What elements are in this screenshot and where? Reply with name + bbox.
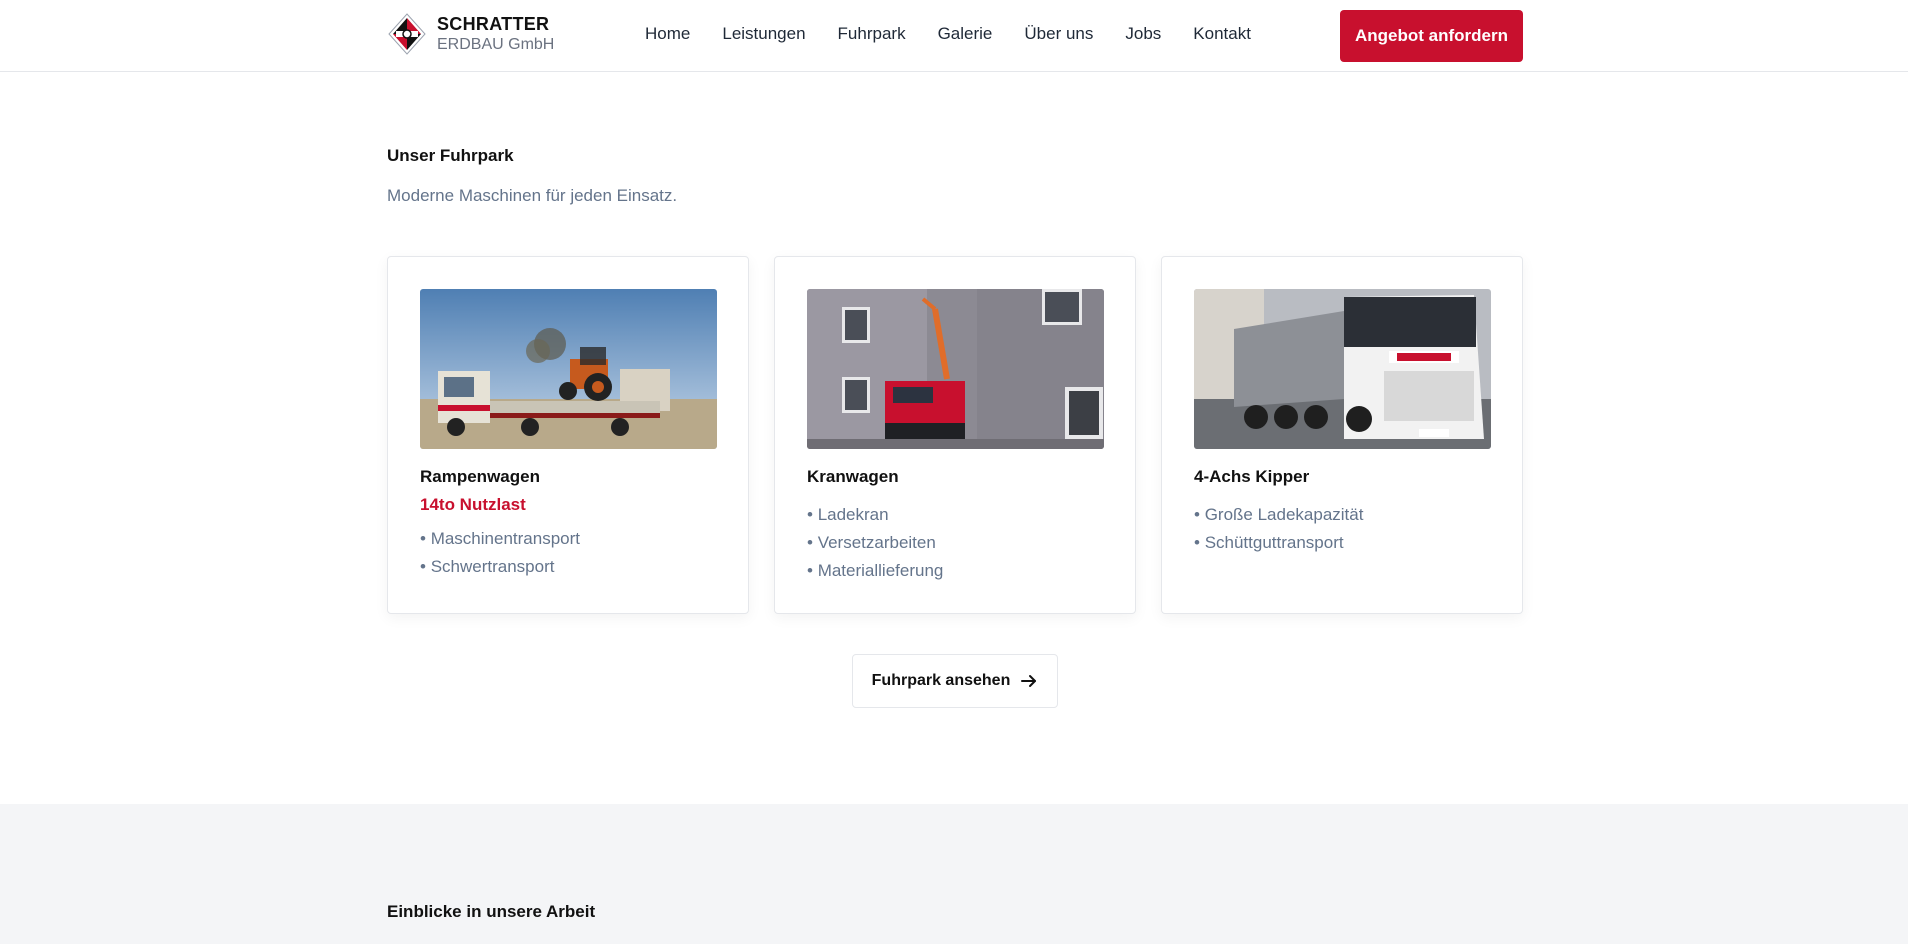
list-item: Große Ladekapazität [1194,501,1490,529]
view-fleet-button[interactable]: Fuhrpark ansehen [852,654,1058,708]
nav-fuhrpark[interactable]: Fuhrpark [838,24,906,44]
list-item: Schüttguttransport [1194,529,1490,557]
kipper-image [1194,289,1491,449]
site-header: SCHRATTER ERDBAU GmbH Home Leistungen Fu… [0,0,1908,72]
nav-kontakt[interactable]: Kontakt [1193,24,1251,44]
list-item: Materiallieferung [807,557,1103,585]
card-title: Kranwagen [807,467,899,486]
fleet-card-rampenwagen: Rampenwagen 14to Nutzlast Maschinentrans… [387,256,749,614]
nav-leistungen[interactable]: Leistungen [722,24,805,44]
nav-jobs[interactable]: Jobs [1125,24,1161,44]
card-features: Maschinentransport Schwertransport [420,525,716,581]
fleet-cards: Rampenwagen 14to Nutzlast Maschinentrans… [387,256,1523,614]
kranwagen-image [807,289,1104,449]
nav-home[interactable]: Home [645,24,690,44]
fleet-card-kranwagen: Kranwagen Ladekran Versetzarbeiten Mater… [774,256,1136,614]
fleet-section-title: Unser Fuhrpark [387,146,514,165]
insights-title: Einblicke in unsere Arbeit [387,902,596,921]
list-item: Maschinentransport [420,525,716,553]
nav-ueber-uns[interactable]: Über uns [1024,24,1093,44]
arrow-right-icon [1021,675,1037,687]
fleet-card-kipper: 4-Achs Kipper Große Ladekapazität Schütt… [1161,256,1523,614]
card-title: Rampenwagen [420,467,540,486]
list-item: Versetzarbeiten [807,529,1103,557]
schratter-logo-icon [388,13,426,55]
nav-galerie[interactable]: Galerie [938,24,993,44]
brand-logo[interactable]: SCHRATTER ERDBAU GmbH [387,12,554,56]
view-fleet-label: Fuhrpark ansehen [871,672,1011,689]
fleet-section-subtitle: Moderne Maschinen für jeden Einsatz. [387,186,678,205]
card-title: 4-Achs Kipper [1194,467,1310,486]
card-features: Ladekran Versetzarbeiten Materiallieferu… [807,501,1103,585]
rampenwagen-image [420,289,717,449]
request-quote-button[interactable]: Angebot anfordern [1340,10,1523,62]
insights-section: Einblicke in unsere Arbeit [0,804,1908,944]
brand-subtitle: ERDBAU GmbH [437,36,555,54]
card-capacity: 14to Nutzlast [420,495,526,514]
list-item: Schwertransport [420,553,716,581]
card-features: Große Ladekapazität Schüttguttransport [1194,501,1490,557]
main-nav: Home Leistungen Fuhrpark Galerie Über un… [645,24,1251,44]
list-item: Ladekran [807,501,1103,529]
brand-title: SCHRATTER [437,13,550,34]
